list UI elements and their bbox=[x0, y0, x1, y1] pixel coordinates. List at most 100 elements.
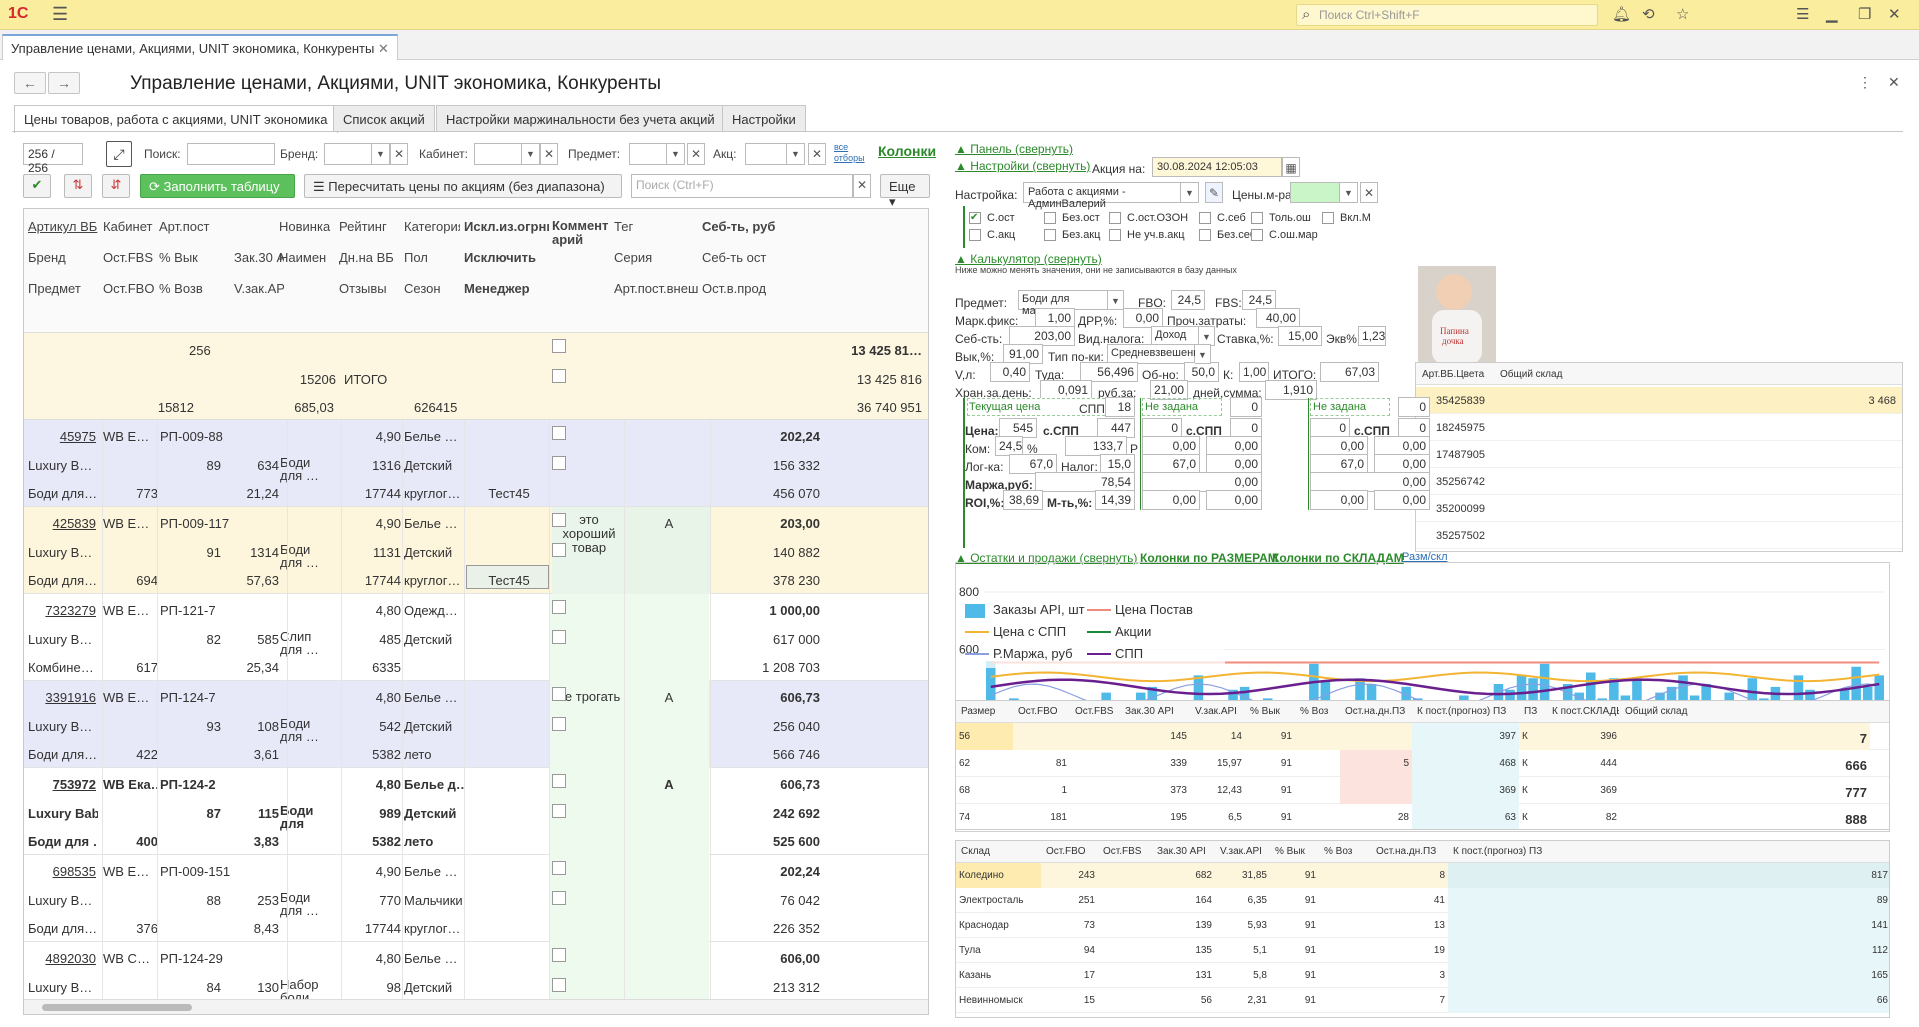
setting-select[interactable]: Работа с акциями - АдминВалерий bbox=[1023, 182, 1181, 210]
check-6[interactable] bbox=[969, 229, 981, 241]
brand-input[interactable] bbox=[324, 143, 372, 165]
cabinet-clear-icon[interactable]: ✕ bbox=[540, 143, 558, 165]
colors-row[interactable]: 35256742 bbox=[1416, 468, 1902, 495]
subject-input[interactable] bbox=[629, 143, 667, 165]
table-search-clear-icon[interactable]: ✕ bbox=[853, 174, 871, 198]
colors-row[interactable]: 35200099 bbox=[1416, 495, 1902, 522]
exclude2-checkbox[interactable] bbox=[552, 543, 566, 557]
price-input[interactable]: 545 bbox=[999, 418, 1037, 438]
calc-input-subj[interactable]: Боди для малыше bbox=[1018, 290, 1108, 317]
akc-clear-icon[interactable]: ✕ bbox=[808, 143, 826, 165]
colors-row[interactable]: 35257502 bbox=[1416, 522, 1902, 549]
cabinet-dropdown-icon[interactable]: ▼ bbox=[522, 143, 540, 165]
global-search-input[interactable]: Поиск Ctrl+Shift+F bbox=[1296, 4, 1598, 26]
price-c[interactable]: 0 bbox=[1310, 418, 1350, 438]
confirm-button[interactable]: ✔ bbox=[23, 174, 51, 198]
calc-input-tuda[interactable]: 56,496 bbox=[1080, 362, 1138, 382]
kom2-b[interactable]: 0,00 bbox=[1206, 436, 1262, 456]
sspp-b[interactable]: 0 bbox=[1230, 418, 1262, 438]
calc-input-proch[interactable]: 40,00 bbox=[1256, 308, 1300, 328]
prices-mr-input[interactable] bbox=[1290, 182, 1340, 203]
totals-checkbox-2[interactable] bbox=[552, 369, 566, 383]
totals-checkbox-1[interactable] bbox=[552, 339, 566, 353]
table-row[interactable]: 45975 WB E… РП-009-88 4,90 Белье … 202,24 Luxu… bbox=[24, 420, 928, 507]
expand-icon[interactable]: ⤢ bbox=[106, 141, 132, 167]
akc-dropdown-icon[interactable]: ▼ bbox=[787, 143, 805, 165]
doc-tab-active[interactable]: Управление ценами, Акциями, UNIT экономи… bbox=[2, 34, 398, 60]
exclude2-checkbox[interactable] bbox=[552, 978, 566, 992]
fill-table-button[interactable]: ⟳ Заполнить таблицу bbox=[140, 174, 295, 198]
subject-dropdown-icon[interactable]: ▼ bbox=[667, 143, 685, 165]
tab-margin-settings[interactable]: Настройки маржинальности без учета акций bbox=[436, 105, 725, 132]
calc-input-fbs[interactable]: 24,5 bbox=[1242, 290, 1276, 310]
check-0[interactable]: ✔ bbox=[969, 212, 981, 224]
kom-input[interactable]: 24,5 bbox=[995, 436, 1023, 456]
header-cell[interactable]: Предмет bbox=[28, 281, 98, 296]
check-5[interactable] bbox=[1322, 212, 1334, 224]
cell-art[interactable]: 425839 bbox=[28, 516, 96, 531]
restore-icon[interactable]: ❐ bbox=[1858, 5, 1871, 23]
tab-prices[interactable]: Цены товаров, работа с акциями, UNIT эко… bbox=[14, 105, 338, 133]
brand-clear-icon[interactable]: ✕ bbox=[390, 143, 408, 165]
nalog-c[interactable]: 0,00 bbox=[1374, 454, 1430, 474]
check-4[interactable] bbox=[1251, 212, 1263, 224]
table-row[interactable]: 753972 WB Ека… РП-124-2 4,80 Белье д… 606,73 L… bbox=[24, 768, 928, 855]
log-b[interactable]: 67,0 bbox=[1142, 454, 1200, 474]
check-8[interactable] bbox=[1109, 229, 1121, 241]
kom-b[interactable]: 0,00 bbox=[1142, 436, 1200, 456]
menu-icon[interactable]: ☰ bbox=[52, 4, 68, 25]
close-tab-icon[interactable]: ✕ bbox=[378, 41, 389, 56]
exclude-checkbox[interactable] bbox=[552, 774, 566, 788]
header-cell[interactable]: Артикул ВБ bbox=[28, 219, 98, 234]
minimize-icon[interactable]: ▁ bbox=[1826, 5, 1838, 23]
log-input[interactable]: 67,0 bbox=[1009, 454, 1057, 474]
horizontal-scrollbar[interactable] bbox=[24, 999, 928, 1014]
action-date-input[interactable]: 30.08.2024 12:05:03 bbox=[1152, 157, 1282, 177]
check-1[interactable] bbox=[1044, 212, 1056, 224]
spp-input[interactable]: 18 bbox=[1105, 397, 1135, 417]
calc-input-rubza[interactable]: 21,00 bbox=[1150, 380, 1188, 400]
wh-row[interactable]: Тула 94 135 5,1 91 19 112 bbox=[956, 938, 1889, 963]
star-icon[interactable]: ☆ bbox=[1676, 5, 1689, 23]
exclude2-checkbox[interactable] bbox=[552, 630, 566, 644]
sizes-row[interactable]: 56 145 14 91 397 К 396 7 bbox=[956, 723, 1889, 750]
wh-row[interactable]: Электросталь 251 164 6,35 91 41 89 bbox=[956, 888, 1889, 913]
kom-c[interactable]: 0,00 bbox=[1310, 436, 1368, 456]
calendar-icon[interactable]: ▦ bbox=[1282, 157, 1300, 177]
marzha-input[interactable]: 78,54 bbox=[1035, 472, 1135, 492]
price-b[interactable]: 0 bbox=[1142, 418, 1182, 438]
calc-collapse-link[interactable]: ▲ Калькулятор (свернуть) bbox=[955, 252, 1102, 266]
prices-mr-dropdown-icon[interactable]: ▼ bbox=[1340, 182, 1358, 203]
exclude2-checkbox[interactable] bbox=[552, 456, 566, 470]
recalc-button[interactable]: ☰ Пересчитать цены по акциям (без диапаз… bbox=[304, 174, 622, 198]
akc-input[interactable] bbox=[745, 143, 787, 165]
cell-art[interactable]: 753972 bbox=[28, 777, 96, 792]
calc-input-k[interactable]: 1,00 bbox=[1239, 362, 1269, 382]
wh-row[interactable]: Казань 17 131 5,8 91 3 165 bbox=[956, 963, 1889, 988]
colors-row[interactable]: 17487905 bbox=[1416, 441, 1902, 468]
marzha-b[interactable]: 0,00 bbox=[1142, 472, 1262, 492]
calc-input-itogo[interactable]: 67,03 bbox=[1320, 362, 1379, 382]
sizes-row[interactable]: 62 81 339 15,97 91 5 468 К 444 666 bbox=[956, 750, 1889, 777]
calc-input-vid[interactable]: Доход ми bbox=[1151, 326, 1199, 353]
table-row[interactable]: 698535 WB E… РП-009-151 4,90 Белье … 202,24 Lu… bbox=[24, 855, 928, 942]
exclude2-checkbox[interactable] bbox=[552, 717, 566, 731]
kom2-c[interactable]: 0,00 bbox=[1374, 436, 1430, 456]
forward-button[interactable]: → bbox=[48, 72, 80, 94]
exclude-checkbox[interactable] bbox=[552, 687, 566, 701]
table-row[interactable]: 3391916 WB E… РП-124-7 4,80 Белье … 606,73 Lux… bbox=[24, 681, 928, 768]
exclude-checkbox[interactable] bbox=[552, 426, 566, 440]
close-form-icon[interactable]: ✕ bbox=[1888, 74, 1900, 91]
all-filters-link[interactable]: все отборы bbox=[834, 142, 865, 164]
calc-input-fbo[interactable]: 24,5 bbox=[1171, 290, 1205, 310]
calc-subj-dropdown-icon[interactable]: ▼ bbox=[1108, 290, 1124, 310]
exclude2-checkbox[interactable] bbox=[552, 891, 566, 905]
calc-tip-dropdown-icon[interactable]: ▼ bbox=[1195, 344, 1211, 364]
exclude-checkbox[interactable] bbox=[552, 948, 566, 962]
sort-asc-button[interactable]: ⇅ bbox=[64, 174, 92, 198]
roi-b[interactable]: 0,00 bbox=[1142, 490, 1200, 510]
wh-row[interactable]: Коледино 243 682 31,85 91 8 817 bbox=[956, 863, 1889, 888]
table-row[interactable]: 7323279 WB E… РП-121-7 4,80 Одежд… 1 000,00 Lu… bbox=[24, 594, 928, 681]
sspp-input[interactable]: 447 bbox=[1097, 418, 1135, 438]
history-icon[interactable]: ⟲ bbox=[1642, 5, 1655, 23]
